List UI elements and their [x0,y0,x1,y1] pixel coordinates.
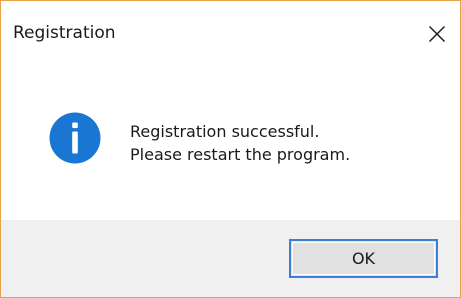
info-icon [49,112,101,164]
dialog-footer: OK [1,220,460,297]
message-line-2: Please restart the program. [130,145,351,164]
ok-button[interactable]: OK [289,239,438,278]
close-button[interactable] [414,1,460,67]
dialog-content: Registration successful. Please restart … [1,67,460,220]
message-line-1: Registration successful. [130,122,320,141]
title-bar: Registration [1,1,460,67]
message-text: Registration successful. Please restart … [130,120,350,166]
close-icon [429,26,445,42]
registration-dialog: Registration Registration successful. Pl… [0,0,461,298]
ok-button-label: OK [351,248,376,268]
window-title: Registration [13,23,116,43]
